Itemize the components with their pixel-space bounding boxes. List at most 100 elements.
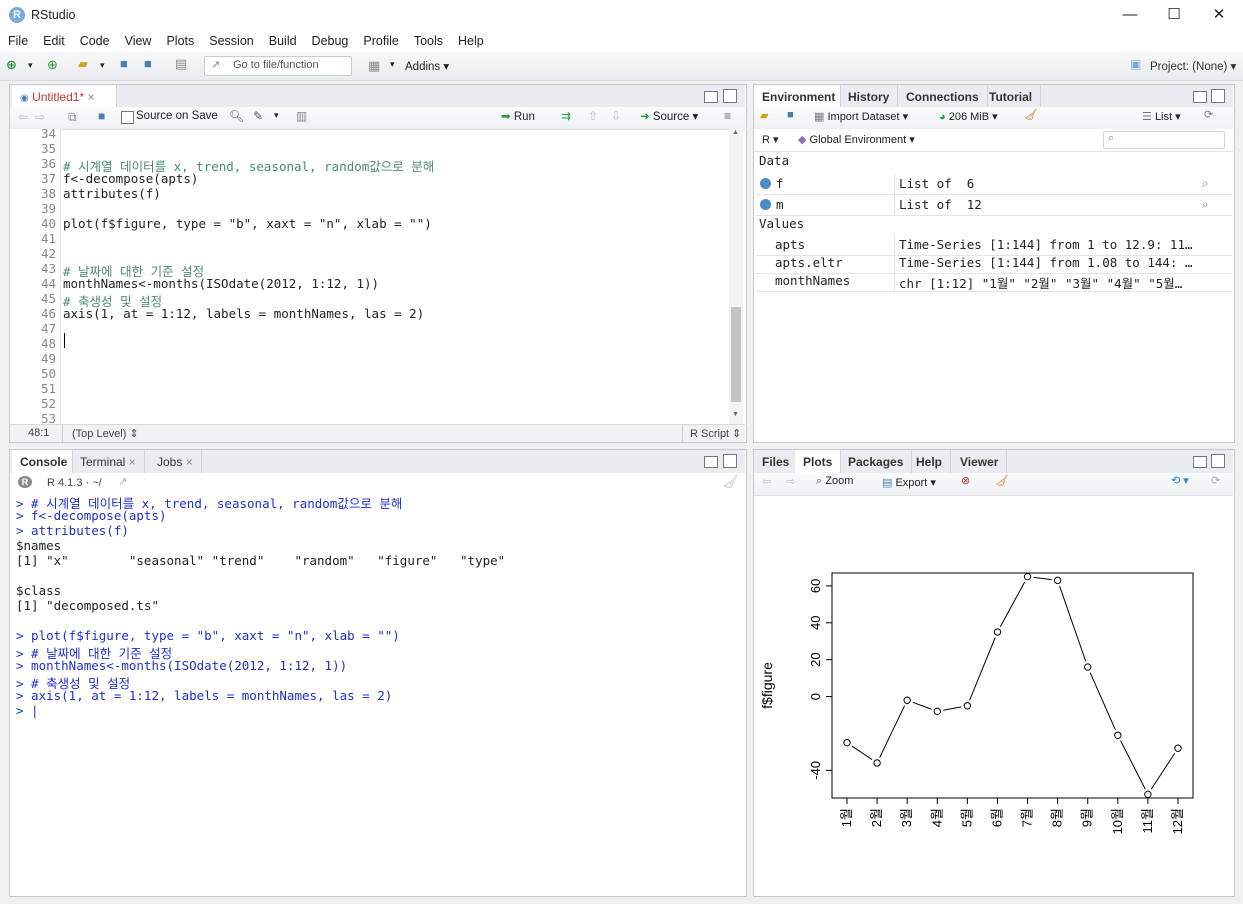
code-line[interactable]: # 날짜에 대한 기준 설정 (63, 261, 204, 279)
scope-selector[interactable]: ◆ Global Environment ▾ (798, 133, 915, 146)
code-line[interactable]: attributes(f) (63, 186, 161, 201)
chevron-down-icon[interactable]: ▾ (28, 57, 33, 73)
tab-jobs[interactable]: Jobs × (149, 450, 202, 474)
goto-file-input[interactable]: ↗ Go to file/function (204, 56, 352, 76)
expand-icon[interactable] (760, 178, 771, 189)
menu-help[interactable]: Help (450, 30, 491, 52)
code-line[interactable]: # 축생성 및 설정 (63, 291, 162, 309)
save-workspace-icon[interactable]: ■ (787, 109, 794, 121)
minimize-pane-icon[interactable] (1193, 91, 1207, 103)
menu-build[interactable]: Build (261, 30, 304, 52)
compile-report-icon[interactable]: ▥ (296, 109, 307, 123)
environment-row[interactable]: m List of 12 ⌕ (756, 195, 1232, 216)
tab-connections[interactable]: Connections (898, 85, 988, 109)
remove-plot-icon[interactable]: ⊗ (961, 474, 970, 487)
scroll-up-icon[interactable]: ▲ (732, 129, 739, 136)
environment-row[interactable]: monthNames chr [1:12] "1월" "2월" "3월" "4월"… (756, 271, 1232, 292)
tab-files[interactable]: Files (754, 450, 799, 474)
print-icon[interactable]: ▤ (175, 56, 187, 72)
minimize-pane-icon[interactable] (1193, 456, 1207, 468)
up-arrow-icon[interactable]: ⇧ (588, 109, 598, 123)
code-line[interactable]: monthNames<-months(ISOdate(2012, 1:12, 1… (63, 276, 379, 291)
source-on-save-checkbox[interactable] (121, 111, 134, 124)
forward-arrow-icon[interactable]: ⇨ (35, 110, 45, 124)
clear-plots-icon[interactable]: 🧹︎ (995, 474, 1009, 487)
outline-icon[interactable]: ≡ (724, 109, 731, 123)
save-all-icon[interactable]: ■ (144, 56, 152, 72)
tab-history[interactable]: History (840, 85, 899, 109)
maximize-pane-icon[interactable] (723, 454, 737, 468)
goto-dir-icon[interactable]: ↗ (118, 475, 127, 488)
menu-tools[interactable]: Tools (406, 30, 450, 52)
code-line[interactable]: # 시계열 데이터를 x, trend, seasonal, random값으로… (63, 156, 434, 174)
zoom-button[interactable]: ⌕ Zoom (816, 475, 853, 488)
clear-console-icon[interactable]: 🧹︎ (722, 474, 739, 490)
rerun-icon[interactable]: ⇉ (561, 109, 571, 123)
chevron-down-icon[interactable]: ▾ (274, 110, 279, 121)
search-icon[interactable]: 🔍︎ (229, 109, 244, 123)
refresh-icon[interactable]: ⟳ (1204, 108, 1213, 121)
code-line[interactable]: f<-decompose(apts) (63, 171, 198, 186)
load-workspace-icon[interactable]: ▰ (760, 109, 768, 122)
save-icon[interactable]: ■ (98, 109, 105, 123)
maximize-button[interactable]: ☐ (1151, 0, 1197, 30)
close-button[interactable]: ✕ (1196, 0, 1242, 30)
environment-search-input[interactable]: ⌕ (1103, 131, 1225, 149)
project-menu[interactable]: Project: (None) ▾ (1150, 59, 1236, 73)
menu-plots[interactable]: Plots (158, 30, 201, 52)
environment-row[interactable]: f List of 6 ⌕ (756, 174, 1232, 195)
tab-plots[interactable]: Plots (795, 450, 842, 475)
memory-usage[interactable]: ◕ 206 MiB ▾ (939, 110, 998, 123)
minimize-button[interactable]: — (1107, 0, 1153, 30)
menu-debug[interactable]: Debug (304, 30, 356, 52)
show-in-window-icon[interactable]: ⧉ (68, 110, 77, 125)
menu-view[interactable]: View (117, 30, 159, 52)
new-file-icon[interactable]: ⊕ (6, 57, 17, 73)
menu-profile[interactable]: Profile (355, 30, 405, 52)
expand-icon[interactable] (760, 199, 771, 210)
tab-viewer[interactable]: Viewer (952, 450, 1008, 474)
export-button[interactable]: ▤ Export ▾ (882, 476, 936, 489)
import-dataset-button[interactable]: ▦ Import Dataset ▾ (814, 110, 908, 123)
run-button[interactable]: ➡ Run (501, 109, 535, 123)
magic-wand-icon[interactable]: ✎ (253, 109, 263, 123)
publish-icon[interactable]: ⟲ ▾ (1171, 474, 1189, 487)
minimize-pane-icon[interactable] (704, 91, 718, 103)
maximize-pane-icon[interactable] (1211, 89, 1225, 103)
new-project-icon[interactable]: ⊕ (47, 57, 58, 73)
tab-tutorial[interactable]: Tutorial (981, 85, 1042, 109)
tab-packages[interactable]: Packages (840, 450, 913, 474)
code-area[interactable]: 34 35 36 # 시계열 데이터를 x, trend, seasonal, ran… (10, 126, 730, 424)
tab-terminal[interactable]: Terminal × (72, 450, 145, 474)
clear-workspace-icon[interactable]: 🧹︎ (1024, 108, 1038, 121)
scroll-down-icon[interactable]: ▼ (732, 411, 739, 418)
grid-layout-icon[interactable]: ▦ (368, 58, 380, 74)
refresh-icon[interactable]: ⟳ (1211, 474, 1220, 487)
menu-code[interactable]: Code (72, 30, 117, 52)
scroll-thumb[interactable] (731, 307, 741, 402)
source-button[interactable]: ➜ Source ▾ (640, 109, 698, 123)
save-icon[interactable]: ■ (120, 56, 128, 72)
maximize-pane-icon[interactable] (723, 89, 737, 103)
back-arrow-icon[interactable]: ⇦ (18, 110, 28, 124)
editor-scrollbar[interactable]: ▲ ▼ (729, 129, 743, 424)
down-arrow-icon[interactable]: ⇩ (611, 109, 621, 123)
minimize-pane-icon[interactable] (704, 456, 718, 468)
tab-help[interactable]: Help (908, 450, 952, 474)
code-line[interactable]: plot(f$figure, type = "b", xaxt = "n", x… (63, 216, 432, 231)
tab-console[interactable]: Console (12, 450, 73, 475)
menu-file[interactable]: File (0, 30, 35, 52)
close-tab-icon[interactable]: × (87, 90, 94, 104)
filetype-selector[interactable]: R Script ⇕ (690, 427, 741, 440)
menu-edit[interactable]: Edit (35, 30, 72, 52)
view-data-icon[interactable]: ⌕ (1202, 176, 1209, 191)
language-selector[interactable]: R ▾ (762, 133, 779, 146)
menu-session[interactable]: Session (201, 30, 260, 52)
view-mode-selector[interactable]: ☰ List ▾ (1142, 110, 1181, 123)
scope-selector[interactable]: (Top Level) ⇕ (72, 427, 139, 440)
previous-plot-icon[interactable]: ⇦ (762, 475, 771, 488)
addins-menu[interactable]: Addins ▾ (405, 59, 449, 73)
console-output[interactable]: > # 시계열 데이터를 x, trend, seasonal, random값… (10, 493, 745, 893)
code-line[interactable]: axis(1, at = 1:12, labels = monthNames, … (63, 306, 424, 321)
open-folder-icon[interactable]: ▰ (78, 56, 88, 72)
